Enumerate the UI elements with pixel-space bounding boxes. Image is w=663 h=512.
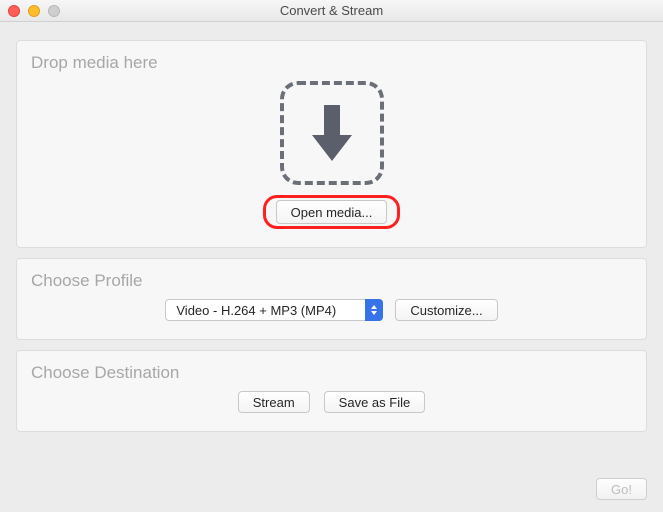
- window-title: Convert & Stream: [0, 3, 663, 18]
- panel-drop-media: Drop media here Open media...: [16, 40, 647, 248]
- destination-heading: Choose Destination: [31, 363, 632, 383]
- panel-choose-profile: Choose Profile Video - H.264 + MP3 (MP4)…: [16, 258, 647, 340]
- drop-zone[interactable]: [280, 81, 384, 185]
- save-as-file-button[interactable]: Save as File: [324, 391, 426, 413]
- open-media-highlight: Open media...: [263, 195, 401, 229]
- open-media-button[interactable]: Open media...: [276, 200, 388, 224]
- profile-select-value: Video - H.264 + MP3 (MP4): [165, 299, 383, 321]
- profile-select[interactable]: Video - H.264 + MP3 (MP4): [165, 299, 383, 321]
- panel-choose-destination: Choose Destination Stream Save as File: [16, 350, 647, 432]
- drop-heading: Drop media here: [31, 53, 632, 73]
- stream-button[interactable]: Stream: [238, 391, 310, 413]
- customize-button[interactable]: Customize...: [395, 299, 497, 321]
- updown-chevron-icon: [365, 299, 383, 321]
- titlebar: Convert & Stream: [0, 0, 663, 22]
- go-button: Go!: [596, 478, 647, 500]
- profile-heading: Choose Profile: [31, 271, 632, 291]
- download-arrow-icon: [308, 101, 356, 165]
